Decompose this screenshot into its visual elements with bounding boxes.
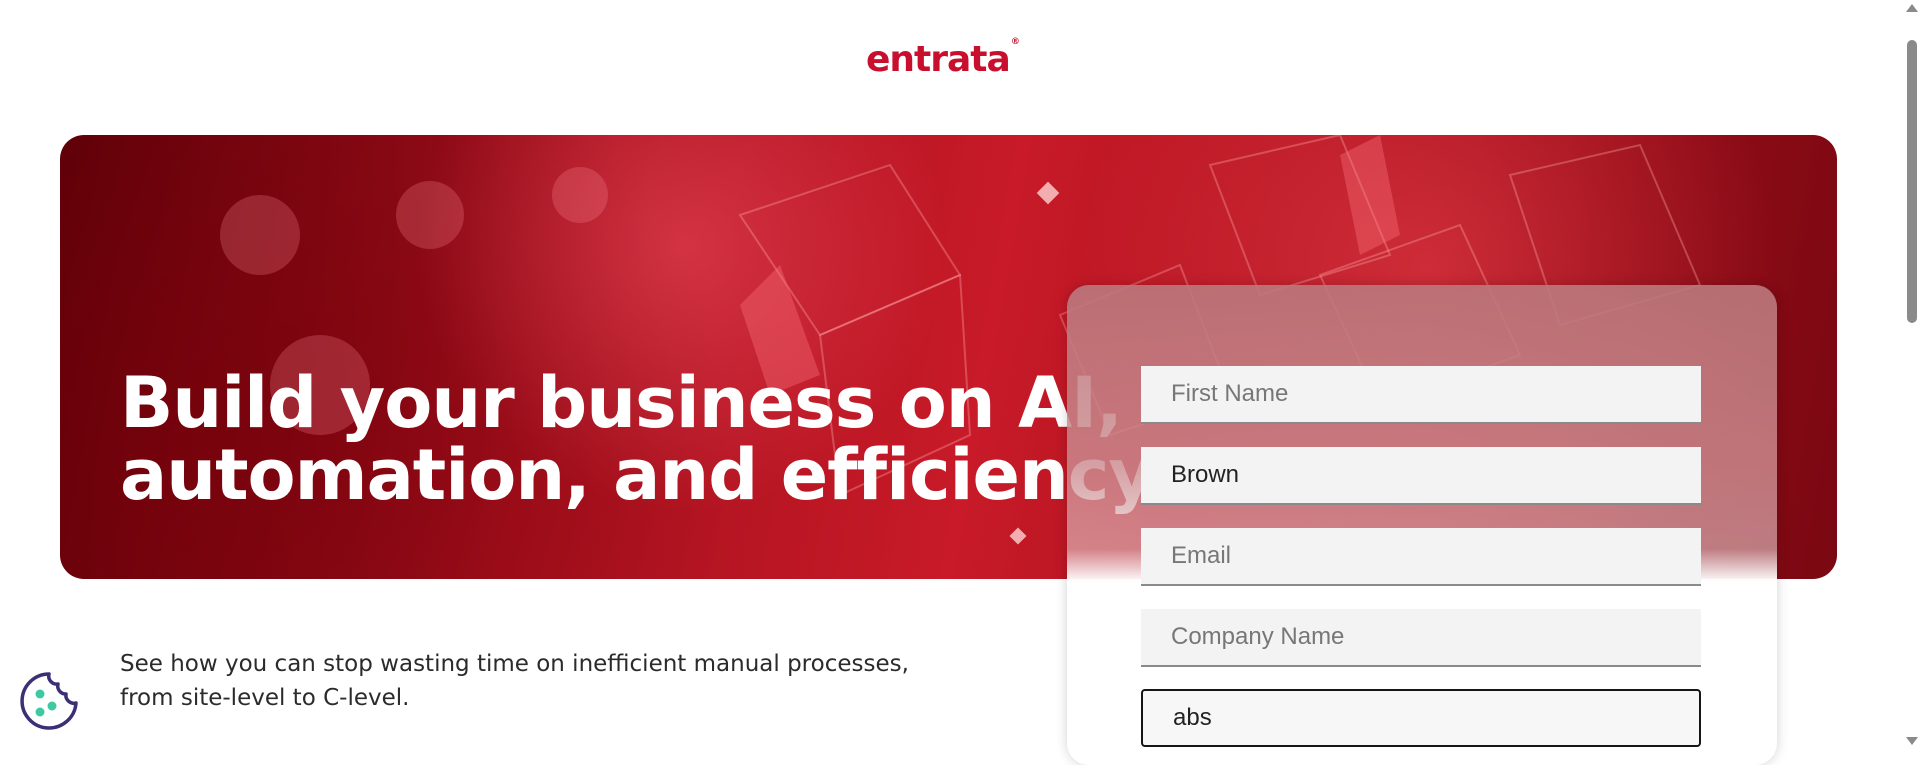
focused-input-field[interactable] xyxy=(1141,689,1701,747)
first-name-field[interactable] xyxy=(1141,366,1701,424)
company-name-field[interactable] xyxy=(1141,609,1701,667)
vertical-scrollbar[interactable] xyxy=(1904,0,1920,749)
hero-headline-line2: automation, and efficiency xyxy=(120,434,1154,516)
registered-mark: ® xyxy=(1010,37,1020,47)
last-name-field[interactable] xyxy=(1141,447,1701,505)
demo-request-form xyxy=(1067,285,1777,765)
scroll-up-arrow-icon[interactable] xyxy=(1906,4,1918,12)
hero-headline-line1: Build your business on AI, xyxy=(120,362,1123,444)
intro-paragraph: See how you can stop wasting time on ine… xyxy=(120,647,920,715)
cookie-settings-button[interactable] xyxy=(18,670,80,732)
logo-text: entrata xyxy=(866,39,1011,80)
scrollbar-thumb[interactable] xyxy=(1907,40,1917,323)
intro-line1: See how you can stop wasting time on ine… xyxy=(120,651,909,677)
intro-line2: from site-level to C-level. xyxy=(120,685,410,711)
cookie-icon xyxy=(20,672,78,730)
hero-headline: Build your business on AI, automation, a… xyxy=(120,367,1154,511)
scroll-down-arrow-icon[interactable] xyxy=(1906,737,1918,745)
entrata-logo[interactable]: entrata® xyxy=(866,36,1034,80)
email-field[interactable] xyxy=(1141,528,1701,586)
